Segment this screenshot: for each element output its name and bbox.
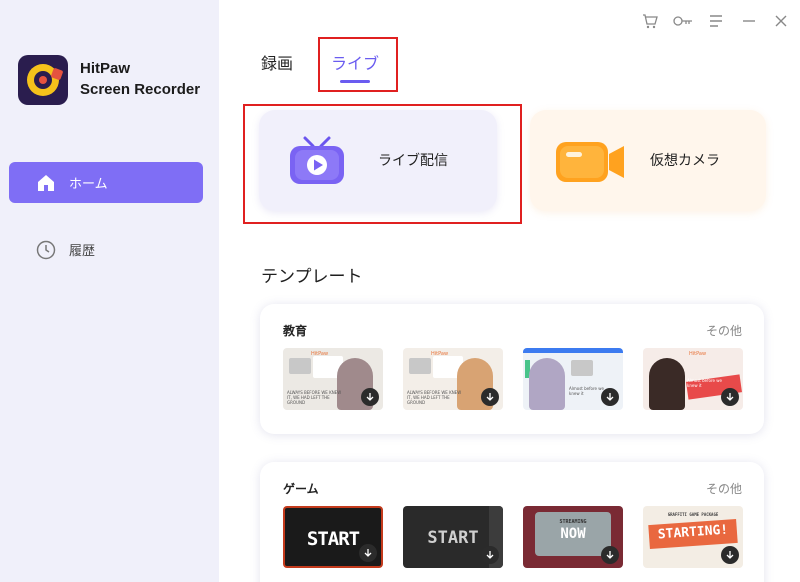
template-thumbnail[interactable]: Almost before we knew it (523, 348, 623, 410)
template-thumbnail[interactable]: START (283, 506, 383, 568)
download-icon[interactable] (721, 388, 739, 406)
app-name-line1: HitPaw (80, 60, 131, 77)
home-icon (35, 172, 57, 194)
template-thumbnail[interactable]: STREAMING NOW (523, 506, 623, 568)
virtual-camera-label: 仮想カメラ (650, 153, 720, 169)
download-icon[interactable] (601, 388, 619, 406)
download-icon[interactable] (481, 546, 499, 564)
virtual-camera-card[interactable]: 仮想カメラ (530, 110, 766, 211)
cart-icon[interactable] (640, 10, 660, 32)
sidebar-item-history[interactable]: 履歴 (9, 229, 203, 270)
download-icon[interactable] (359, 544, 377, 562)
sidebar-item-home[interactable]: ホーム (9, 162, 203, 203)
download-icon[interactable] (601, 546, 619, 564)
menu-icon[interactable] (707, 10, 725, 32)
close-icon[interactable] (772, 10, 790, 32)
template-thumbnail[interactable]: GRAFFITI GAME PACKAGE STARTING! (643, 506, 743, 568)
video-camera-icon (554, 138, 628, 190)
sidebar: HitPaw Screen Recorder ホーム 履歴 (0, 0, 219, 582)
download-icon[interactable] (481, 388, 499, 406)
template-thumbnail[interactable]: HitPaw ALWAYS BEFORE WE KNEW IT, WE HAD … (403, 348, 503, 410)
highlight-box-tab (318, 37, 398, 92)
highlight-box-live (243, 104, 522, 224)
minimize-icon[interactable] (740, 10, 758, 32)
download-icon[interactable] (721, 546, 739, 564)
more-link[interactable]: その他 (706, 322, 742, 339)
app-logo (18, 55, 68, 105)
more-link[interactable]: その他 (706, 480, 742, 497)
template-thumbnail[interactable]: HitPaw Almost before we knew it (643, 348, 743, 410)
template-thumbnail[interactable]: HitPaw ALWAYS BEFORE WE KNEW IT, WE HAD … (283, 348, 383, 410)
template-section-game: ゲーム その他 START START STREAMING NOW GRAFFI… (260, 462, 764, 582)
tab-recording[interactable]: 録画 (261, 50, 293, 74)
app-name: HitPaw Screen Recorder (80, 58, 200, 100)
download-icon[interactable] (361, 388, 379, 406)
app-name-line2: Screen Recorder (80, 81, 201, 98)
section-title: ゲーム (283, 482, 319, 496)
template-thumbnail[interactable]: START (403, 506, 503, 568)
sidebar-item-label: 履歴 (69, 244, 96, 259)
section-title: 教育 (283, 324, 308, 338)
key-icon[interactable] (672, 10, 694, 32)
templates-title: テンプレート (261, 267, 363, 287)
clock-icon (35, 239, 57, 261)
template-section-education: 教育 その他 HitPaw ALWAYS BEFORE WE KNEW IT, … (260, 304, 764, 434)
sidebar-item-label: ホーム (69, 177, 108, 192)
